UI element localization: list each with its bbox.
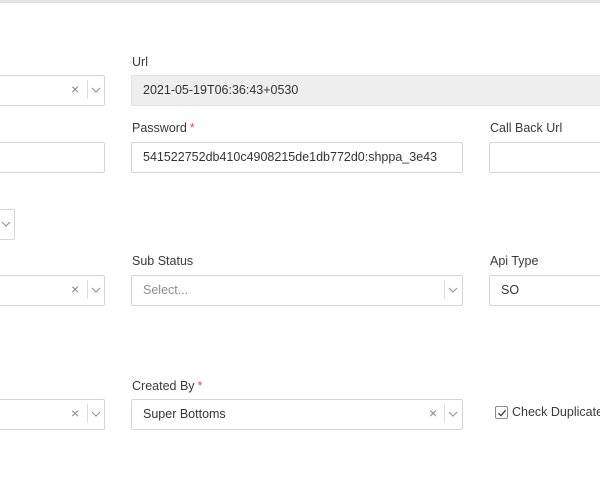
chevron-down-icon[interactable] bbox=[448, 286, 458, 294]
sub-status-label: Sub Status bbox=[132, 254, 194, 268]
sub-status-select[interactable]: Select... bbox=[131, 275, 463, 306]
clear-x-icon[interactable]: × bbox=[429, 399, 437, 428]
left-select-row1[interactable] bbox=[0, 75, 105, 106]
check-duplicate-label[interactable]: Check Duplicate bbox=[512, 405, 600, 419]
created-by-select[interactable]: Super Bottoms bbox=[131, 399, 463, 430]
left-input-row2[interactable] bbox=[0, 142, 105, 173]
checkmark-icon bbox=[498, 409, 507, 417]
url-value: 2021-05-19T06:36:43+0530 bbox=[143, 83, 299, 97]
chevron-down-icon[interactable] bbox=[1, 220, 11, 228]
call-back-url-field[interactable] bbox=[489, 142, 600, 173]
clear-x-icon[interactable]: × bbox=[71, 399, 79, 428]
password-field[interactable]: 541522752db410c4908215de1db772d0:shppa_3… bbox=[131, 142, 463, 173]
created-by-label-text: Created By bbox=[132, 379, 195, 393]
select-separator bbox=[87, 80, 88, 99]
left-select-row4[interactable] bbox=[0, 275, 105, 306]
required-marker: * bbox=[189, 121, 195, 135]
sub-status-placeholder: Select... bbox=[143, 283, 189, 297]
check-duplicate-checkbox[interactable] bbox=[495, 406, 508, 419]
password-label-text: Password bbox=[132, 121, 187, 135]
chevron-down-icon[interactable] bbox=[91, 86, 101, 94]
chevron-down-icon[interactable] bbox=[91, 286, 101, 294]
call-back-url-label: Call Back Url bbox=[490, 121, 563, 135]
top-divider bbox=[0, 0, 600, 3]
chevron-down-icon[interactable] bbox=[448, 410, 458, 418]
api-type-field[interactable]: SO bbox=[489, 275, 600, 306]
select-separator bbox=[444, 404, 445, 423]
left-select-row5[interactable] bbox=[0, 399, 105, 430]
api-type-label: Api Type bbox=[490, 254, 539, 268]
created-by-label: Created By * bbox=[132, 379, 202, 393]
url-label: Url bbox=[132, 55, 148, 69]
clear-x-icon[interactable]: × bbox=[71, 275, 79, 304]
select-separator bbox=[444, 280, 445, 299]
required-marker: * bbox=[197, 379, 203, 393]
clear-x-icon[interactable]: × bbox=[71, 75, 79, 104]
chevron-down-icon[interactable] bbox=[91, 410, 101, 418]
select-separator bbox=[87, 280, 88, 299]
select-separator bbox=[87, 404, 88, 423]
api-type-value: SO bbox=[501, 283, 520, 297]
password-value: 541522752db410c4908215de1db772d0:shppa_3… bbox=[143, 150, 438, 164]
url-field[interactable]: 2021-05-19T06:36:43+0530 bbox=[131, 75, 600, 106]
created-by-value: Super Bottoms bbox=[143, 407, 226, 421]
password-label: Password * bbox=[132, 121, 195, 135]
